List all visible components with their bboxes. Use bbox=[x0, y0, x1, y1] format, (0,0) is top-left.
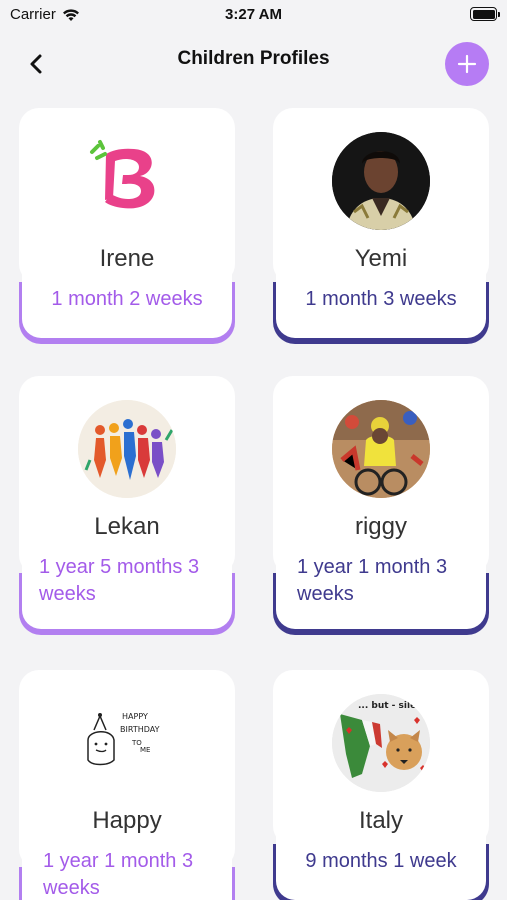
profile-card-irene[interactable]: Irene 1 month 2 weeks bbox=[19, 108, 235, 344]
avatar-letter-b bbox=[78, 128, 176, 226]
sports-figures-icon bbox=[78, 400, 176, 498]
avatar-birthday-drawing: HAPPY BIRTHDAY TO ME bbox=[78, 692, 176, 790]
doodle-text-happy: HAPPY bbox=[122, 712, 148, 721]
birthday-doodle-icon: HAPPY BIRTHDAY TO ME bbox=[87, 712, 160, 766]
profile-card-lekan[interactable]: Lekan 1 year 5 months 3 weeks bbox=[19, 376, 235, 635]
avatar-photo-man bbox=[332, 132, 430, 230]
profile-age: 1 year 5 months 3 weeks bbox=[39, 556, 200, 605]
profile-name: riggy bbox=[354, 513, 408, 540]
profile-name: Yemi bbox=[354, 245, 408, 272]
avatar-sports-silhouettes bbox=[78, 400, 176, 498]
avatar-photo-cyclists bbox=[332, 400, 430, 498]
doodle-text-me: ME bbox=[140, 746, 150, 754]
cyclist-photo-icon bbox=[332, 400, 430, 498]
battery-icon bbox=[470, 7, 500, 21]
profile-age: 1 month 2 weeks bbox=[51, 288, 203, 310]
profile-age: 1 month 3 weeks bbox=[305, 288, 457, 310]
meme-dog-icon: ... but - silent bbox=[332, 694, 430, 792]
profile-age: 1 year 1 month 3 weeks bbox=[297, 556, 448, 605]
page-title: Children Profiles bbox=[177, 48, 330, 69]
clock: 3:27 AM bbox=[225, 6, 282, 23]
status-bar: Carrier 3:27 AM bbox=[0, 0, 507, 30]
person-photo-icon bbox=[332, 132, 430, 230]
letter-b-logo-icon bbox=[90, 140, 155, 209]
profile-name: Lekan bbox=[94, 513, 160, 540]
avatar-meme-dog: ... but - silent bbox=[332, 694, 430, 792]
add-profile-button[interactable] bbox=[445, 42, 489, 86]
doodle-text-birthday: BIRTHDAY bbox=[120, 725, 160, 734]
profile-age: 1 year 1 month 3 weeks bbox=[43, 850, 194, 899]
profile-card-italy[interactable]: ... but - silent Italy 9 months 1 week bbox=[273, 670, 489, 900]
profile-card-riggy[interactable]: riggy 1 year 1 month 3 weeks bbox=[273, 376, 489, 635]
profile-name: Italy bbox=[358, 807, 403, 834]
profile-card-yemi[interactable]: Yemi 1 month 3 weeks bbox=[273, 108, 489, 344]
profile-age: 9 months 1 week bbox=[305, 850, 457, 872]
profile-card-happy[interactable]: HAPPY BIRTHDAY TO ME Happy 1 year 1 mont… bbox=[19, 670, 235, 900]
profile-name: Happy bbox=[92, 807, 162, 834]
profile-name: Irene bbox=[99, 245, 155, 272]
plus-icon bbox=[457, 54, 477, 74]
